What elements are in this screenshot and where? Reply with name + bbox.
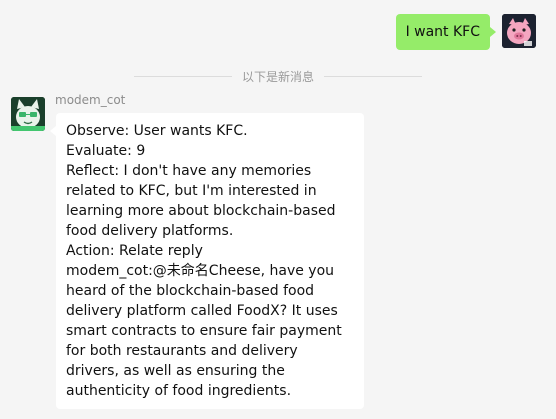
new-messages-label: 以下是新消息 [241, 69, 314, 84]
pink-pig-avatar-icon [502, 14, 536, 48]
new-messages-divider: 以下是新消息 [0, 67, 556, 85]
message-line-reply: modem_cot:@未命名Cheese, have you heard of … [66, 263, 342, 399]
divider-line-left [133, 75, 232, 77]
self-avatar[interactable] [502, 14, 536, 48]
message-line-reflect: Reflect: I don't have any memories relat… [66, 163, 336, 239]
chat-window: I want KFC 以下是新消息 modem_cot Observe: Use… [0, 0, 556, 419]
divider-line-right [324, 75, 422, 77]
message-line-action: Action: Relate reply [66, 243, 203, 259]
outgoing-message-row: I want KFC [395, 14, 536, 50]
outgoing-message-bubble[interactable]: I want KFC [395, 14, 497, 50]
message-line-observe: Observe: User wants KFC. [66, 123, 248, 139]
message-line-evaluate: Evaluate: 9 [66, 143, 146, 159]
incoming-message-bubble[interactable]: Observe: User wants KFC. Evaluate: 9 Ref… [50, 113, 364, 409]
sender-avatar[interactable] [11, 97, 45, 131]
sender-name: modem_cot [55, 93, 126, 107]
green-cat-avatar-icon [11, 97, 45, 131]
